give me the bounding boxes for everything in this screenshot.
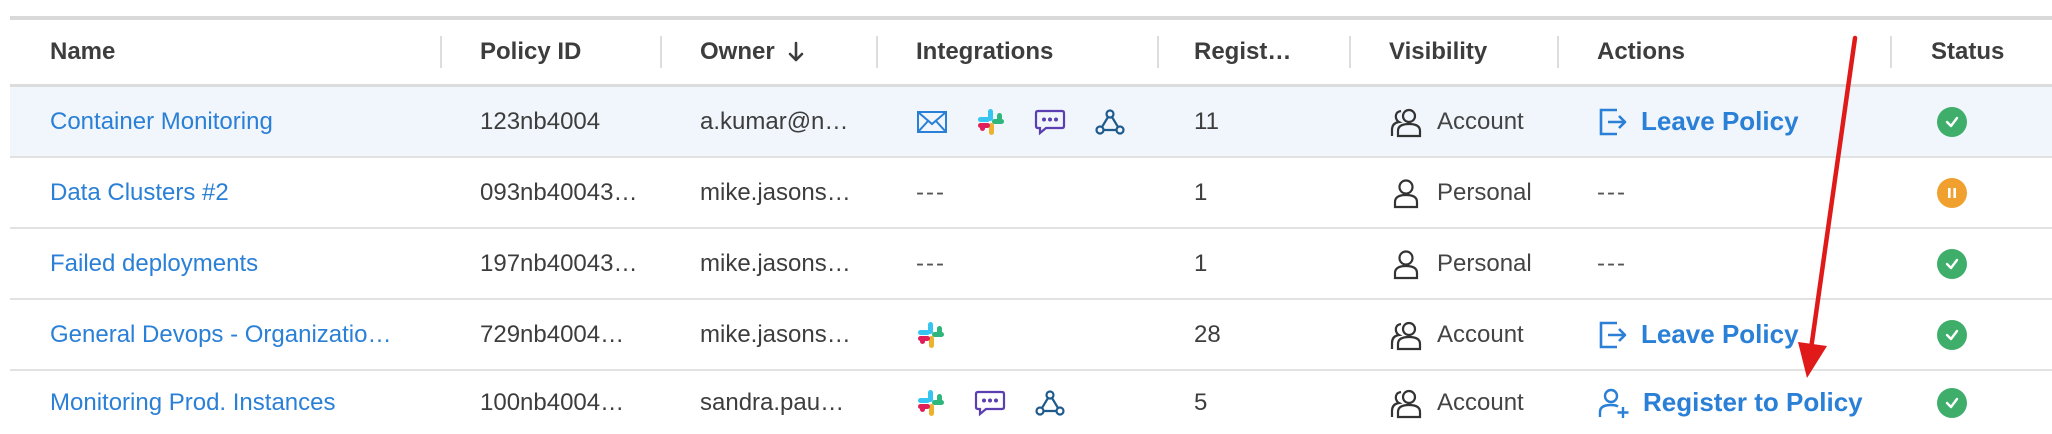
chat-icon[interactable]	[974, 389, 1006, 417]
col-header-owner[interactable]: Owner	[700, 20, 805, 84]
status-ok-icon	[1937, 248, 1967, 279]
register-to-policy-button[interactable]: Register to Policy	[1597, 371, 1917, 434]
visibility-label: Account	[1437, 107, 1524, 135]
owner-email: mike.jasons…	[700, 249, 851, 277]
slack-icon[interactable]	[976, 107, 1006, 137]
col-header-actions[interactable]: Actions	[1597, 20, 1685, 84]
table-header: Name Policy ID Owner Integrations Regist…	[10, 20, 2052, 87]
col-header-status[interactable]: Status	[1931, 20, 2004, 84]
leave-icon	[1597, 106, 1629, 138]
leave-icon	[1597, 319, 1629, 351]
registered-count: 5	[1194, 388, 1208, 416]
column-separator[interactable]	[876, 36, 878, 68]
person-icon	[1389, 248, 1423, 280]
arrow-down-icon[interactable]	[787, 40, 805, 64]
action-empty: ---	[1597, 178, 1627, 206]
integrations-empty: ---	[916, 178, 946, 206]
visibility-label: Account	[1437, 320, 1524, 348]
col-header-name-label: Name	[50, 38, 116, 65]
integrations-list	[916, 87, 1146, 156]
policy-name-link[interactable]: Data Clusters #2	[50, 179, 229, 207]
status-ok-icon	[1937, 106, 1967, 137]
action-empty: ---	[1597, 249, 1627, 277]
column-separator[interactable]	[660, 36, 662, 68]
group-icon	[1389, 319, 1423, 351]
leave-policy-label: Leave Policy	[1641, 106, 1799, 136]
status-ok-icon	[1937, 319, 1967, 350]
column-separator[interactable]	[1349, 36, 1351, 68]
owner-email: mike.jasons…	[700, 320, 851, 348]
owner-email: mike.jasons…	[700, 178, 851, 206]
col-header-integrations-label: Integrations	[916, 38, 1054, 65]
visibility-label: Account	[1437, 388, 1524, 416]
leave-policy-button[interactable]: Leave Policy	[1597, 300, 1887, 369]
col-header-policy-id[interactable]: Policy ID	[480, 20, 581, 84]
registered-count: 1	[1194, 178, 1208, 206]
policy-name-link[interactable]: Container Monitoring	[50, 108, 273, 136]
owner-email: a.kumar@n…	[700, 107, 849, 135]
slack-icon[interactable]	[916, 320, 946, 350]
status-ok-icon	[1937, 387, 1967, 418]
registered-count: 1	[1194, 249, 1208, 277]
policy-name-link[interactable]: General Devops - Organizatio…	[50, 321, 391, 349]
table-row[interactable]: Data Clusters #2 093nb40043… mike.jasons…	[10, 158, 2052, 229]
group-icon	[1389, 106, 1423, 138]
column-separator[interactable]	[440, 36, 442, 68]
webhook-icon[interactable]	[1094, 107, 1126, 137]
visibility-label: Personal	[1437, 178, 1532, 206]
table-row[interactable]: Failed deployments 197nb40043… mike.jaso…	[10, 229, 2052, 300]
user-plus-icon	[1597, 387, 1631, 419]
person-icon	[1389, 177, 1423, 209]
policy-id: 123nb4004	[480, 107, 601, 135]
col-header-status-label: Status	[1931, 38, 2005, 65]
policy-id: 729nb4004…	[480, 320, 625, 348]
col-header-registered-label: Regist…	[1194, 38, 1292, 65]
status-paused-icon	[1937, 177, 1967, 208]
col-header-owner-label: Owner	[700, 38, 775, 65]
col-header-policy-id-label: Policy ID	[480, 38, 582, 65]
chat-icon[interactable]	[1034, 108, 1066, 136]
leave-policy-button[interactable]: Leave Policy	[1597, 87, 1887, 156]
col-header-name[interactable]: Name	[50, 20, 115, 84]
column-separator[interactable]	[1557, 36, 1559, 68]
owner-email: sandra.pau…	[700, 388, 845, 416]
policy-id: 093nb40043…	[480, 178, 638, 206]
visibility-label: Personal	[1437, 249, 1532, 277]
table-row[interactable]: Monitoring Prod. Instances 100nb4004… sa…	[10, 371, 2052, 434]
register-to-policy-label: Register to Policy	[1643, 387, 1863, 417]
col-header-actions-label: Actions	[1597, 38, 1686, 65]
policy-name-link[interactable]: Failed deployments	[50, 250, 258, 278]
policy-id: 197nb40043…	[480, 249, 638, 277]
group-icon	[1389, 387, 1423, 419]
integrations-list	[916, 371, 1146, 434]
col-header-visibility-label: Visibility	[1389, 38, 1488, 65]
table-row[interactable]: General Devops - Organizatio… 729nb4004……	[10, 300, 2052, 371]
integrations-list	[916, 300, 1146, 369]
email-icon[interactable]	[916, 109, 948, 135]
slack-icon[interactable]	[916, 388, 946, 418]
col-header-visibility[interactable]: Visibility	[1389, 20, 1487, 84]
col-header-registered[interactable]: Regist…	[1194, 20, 1291, 84]
registered-count: 28	[1194, 320, 1221, 348]
integrations-empty: ---	[916, 249, 946, 277]
policy-name-link[interactable]: Monitoring Prod. Instances	[50, 389, 335, 417]
webhook-icon[interactable]	[1034, 388, 1066, 418]
col-header-integrations[interactable]: Integrations	[916, 20, 1053, 84]
table-row[interactable]: Container Monitoring 123nb4004 a.kumar@n…	[10, 87, 2052, 158]
registered-count: 11	[1194, 107, 1219, 135]
leave-policy-label: Leave Policy	[1641, 319, 1799, 349]
policy-id: 100nb4004…	[480, 388, 625, 416]
column-separator[interactable]	[1157, 36, 1159, 68]
column-separator[interactable]	[1890, 36, 1892, 68]
